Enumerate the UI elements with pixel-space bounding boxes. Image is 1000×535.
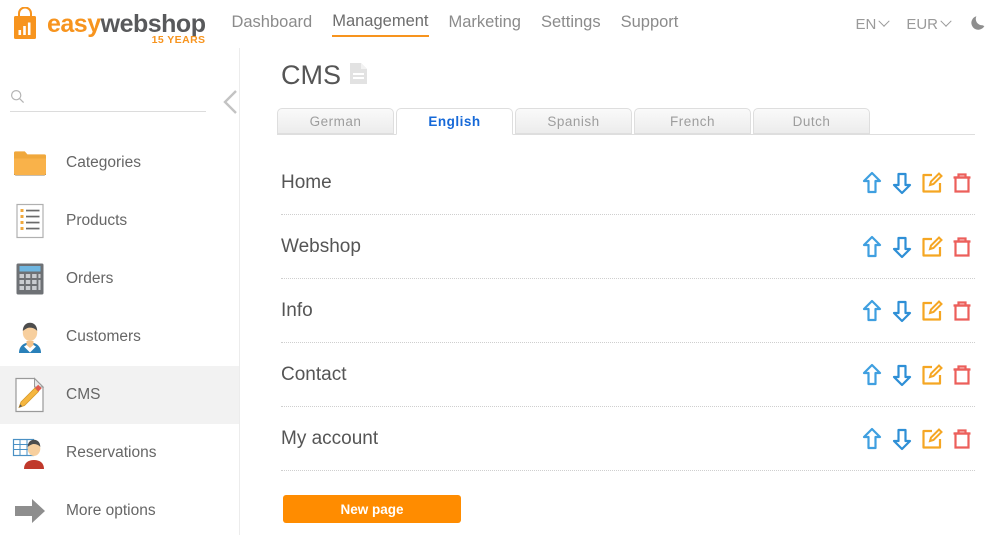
sidebar-item-products[interactable]: Products bbox=[0, 192, 239, 250]
search-icon bbox=[10, 89, 25, 109]
page-title: CMS bbox=[281, 60, 341, 90]
customer-icon bbox=[12, 319, 48, 355]
sidebar-item-more-options[interactable]: More options bbox=[0, 482, 239, 535]
delete-icon[interactable] bbox=[949, 170, 975, 196]
sidebar-item-orders[interactable]: Orders bbox=[0, 250, 239, 308]
sidebar-item-cms[interactable]: CMS bbox=[0, 366, 239, 424]
delete-icon[interactable] bbox=[949, 426, 975, 452]
topbar-utilities: EN EUR bbox=[855, 0, 988, 48]
app-window: easywebshop 15 YEARS Dashboard Managemen… bbox=[0, 0, 1000, 535]
move-down-icon[interactable] bbox=[889, 170, 915, 196]
top-navigation-bar: easywebshop 15 YEARS Dashboard Managemen… bbox=[0, 0, 1000, 48]
table-row: Contact bbox=[281, 343, 975, 407]
nav-item-settings[interactable]: Settings bbox=[541, 13, 601, 36]
move-down-icon[interactable] bbox=[889, 234, 915, 260]
chevron-left-icon[interactable] bbox=[222, 88, 240, 121]
move-up-icon[interactable] bbox=[859, 426, 885, 452]
main-menu: Dashboard Management Marketing Settings … bbox=[231, 12, 678, 37]
sidebar-item-categories[interactable]: Categories bbox=[0, 134, 239, 192]
table-row: Webshop bbox=[281, 215, 975, 279]
moon-icon[interactable] bbox=[968, 12, 988, 37]
sidebar: Categories Products Orders Customers CMS… bbox=[0, 48, 240, 535]
sidebar-item-label: Customers bbox=[66, 328, 141, 345]
sidebar-item-customers[interactable]: Customers bbox=[0, 308, 239, 366]
row-actions bbox=[859, 362, 975, 388]
sidebar-item-label: CMS bbox=[66, 386, 101, 403]
language-selector[interactable]: EN bbox=[855, 15, 890, 33]
row-actions bbox=[859, 426, 975, 452]
new-page-button[interactable]: New page bbox=[283, 495, 461, 523]
page-pencil-icon bbox=[12, 377, 48, 413]
shopping-bag-icon bbox=[10, 6, 40, 41]
edit-icon[interactable] bbox=[919, 426, 945, 452]
folder-icon bbox=[12, 145, 48, 181]
move-up-icon[interactable] bbox=[859, 170, 885, 196]
row-actions bbox=[859, 234, 975, 260]
move-up-icon[interactable] bbox=[859, 298, 885, 324]
tab-english[interactable]: English bbox=[396, 108, 513, 135]
arrow-right-icon bbox=[12, 493, 48, 529]
move-down-icon[interactable] bbox=[889, 426, 915, 452]
page-name: Contact bbox=[281, 363, 347, 385]
brand-logo[interactable]: easywebshop 15 YEARS bbox=[10, 6, 206, 45]
table-row: My account bbox=[281, 407, 975, 471]
tab-german[interactable]: German bbox=[277, 108, 394, 134]
sidebar-menu: Categories Products Orders Customers CMS… bbox=[0, 134, 239, 535]
tab-dutch[interactable]: Dutch bbox=[753, 108, 870, 134]
search-box[interactable] bbox=[10, 86, 206, 112]
delete-icon[interactable] bbox=[949, 234, 975, 260]
document-icon bbox=[349, 62, 368, 90]
cms-page-list: Home Webshop Info Contact My account bbox=[281, 151, 975, 471]
reservation-icon bbox=[12, 435, 48, 471]
brand-anniversary-text: 15 YEARS bbox=[151, 33, 206, 46]
nav-item-dashboard[interactable]: Dashboard bbox=[231, 13, 312, 36]
sidebar-item-label: Products bbox=[66, 212, 128, 229]
chevron-down-icon bbox=[878, 15, 890, 27]
brand-easy-text: easy bbox=[47, 9, 101, 38]
move-up-icon[interactable] bbox=[859, 234, 885, 260]
search-input[interactable] bbox=[31, 91, 191, 106]
sidebar-item-reservations[interactable]: Reservations bbox=[0, 424, 239, 482]
nav-item-management[interactable]: Management bbox=[332, 12, 429, 37]
move-up-icon[interactable] bbox=[859, 362, 885, 388]
language-tabs: German English Spanish French Dutch bbox=[277, 105, 975, 135]
nav-item-marketing[interactable]: Marketing bbox=[449, 13, 521, 36]
main-content: CMS German English Spanish French Dutch … bbox=[241, 48, 1000, 535]
delete-icon[interactable] bbox=[949, 298, 975, 324]
calculator-icon bbox=[12, 261, 48, 297]
row-actions bbox=[859, 170, 975, 196]
edit-icon[interactable] bbox=[919, 170, 945, 196]
currency-selector[interactable]: EUR bbox=[906, 15, 952, 33]
tab-french[interactable]: French bbox=[634, 108, 751, 134]
chevron-down-icon bbox=[940, 15, 952, 27]
tab-spanish[interactable]: Spanish bbox=[515, 108, 632, 134]
page-header: CMS bbox=[281, 60, 1000, 91]
page-name: Info bbox=[281, 299, 313, 321]
move-down-icon[interactable] bbox=[889, 298, 915, 324]
move-down-icon[interactable] bbox=[889, 362, 915, 388]
page-name: Home bbox=[281, 171, 332, 193]
delete-icon[interactable] bbox=[949, 362, 975, 388]
sidebar-item-label: Reservations bbox=[66, 444, 157, 461]
table-row: Home bbox=[281, 151, 975, 215]
nav-item-support[interactable]: Support bbox=[621, 13, 679, 36]
sidebar-item-label: Orders bbox=[66, 270, 114, 287]
language-selector-label: EN bbox=[855, 15, 877, 33]
sidebar-item-label: Categories bbox=[66, 154, 141, 171]
row-actions bbox=[859, 298, 975, 324]
currency-selector-label: EUR bbox=[906, 15, 938, 33]
page-name: Webshop bbox=[281, 235, 361, 257]
edit-icon[interactable] bbox=[919, 362, 945, 388]
sidebar-item-label: More options bbox=[66, 502, 156, 519]
page-name: My account bbox=[281, 427, 379, 449]
list-document-icon bbox=[12, 203, 48, 239]
table-row: Info bbox=[281, 279, 975, 343]
brand-wordmark: easywebshop 15 YEARS bbox=[47, 9, 206, 45]
edit-icon[interactable] bbox=[919, 234, 945, 260]
edit-icon[interactable] bbox=[919, 298, 945, 324]
